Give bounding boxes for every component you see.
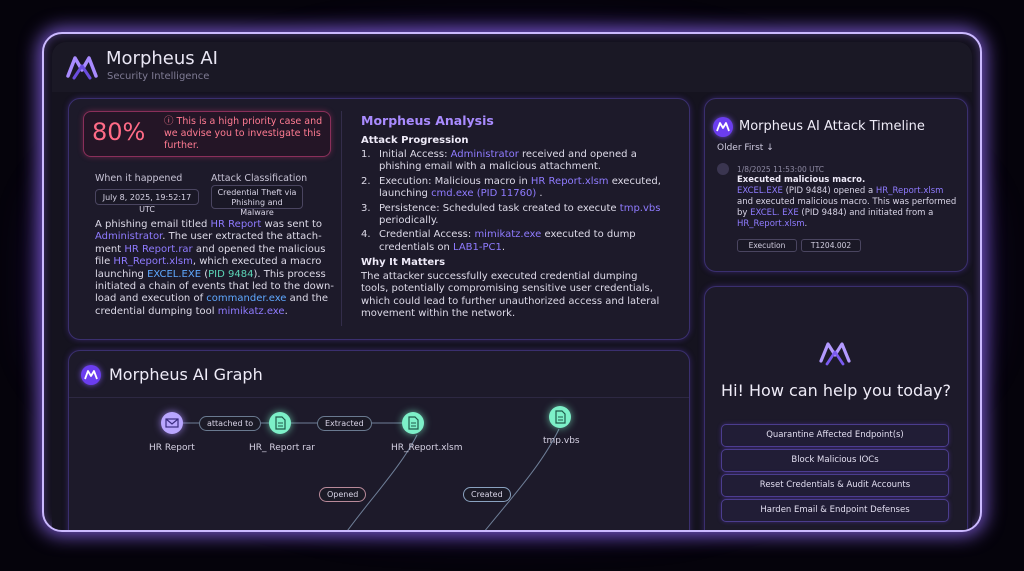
event-date: 1/8/2025 11:53:00 UTC xyxy=(737,165,825,174)
brand-name: Morpheus AI xyxy=(106,48,218,69)
timeline-title: Morpheus AI Attack Timeline xyxy=(739,119,925,134)
brand-tagline: Security Intelligence xyxy=(107,71,210,82)
assistant-greeting: Hi! How can help you today? xyxy=(721,381,951,400)
morpheus-logo-icon xyxy=(66,56,98,80)
attack-step: 2. Execution: Malicious macro in HR Repor… xyxy=(361,176,661,201)
graph-edges xyxy=(183,422,560,530)
step-link[interactable]: HR Report.xlsm xyxy=(531,176,609,187)
event-dot-icon xyxy=(717,163,729,175)
event-link[interactable]: HR_Report.xlsm xyxy=(737,219,805,229)
attack-step: 3. Persistence: Scheduled task created to… xyxy=(361,203,661,228)
node-tmp-vbs[interactable] xyxy=(549,406,571,428)
step-number: 1. xyxy=(361,149,371,160)
hr-report-link[interactable]: HR Report xyxy=(211,219,262,230)
event-text: (PID 9484) opened a xyxy=(782,186,876,196)
step-text: periodically. xyxy=(379,215,439,227)
attack-step: 4. Credential Access: mimikatz.exe execut… xyxy=(361,229,661,254)
event-link[interactable]: EXCEL.EXE xyxy=(737,186,783,196)
node-hr-report-rar[interactable] xyxy=(269,412,291,434)
attack-steps: 1. Initial Access: Administrator received… xyxy=(361,149,661,256)
node-hr-report-xlsm[interactable] xyxy=(402,412,424,434)
graph-card: Morpheus AI Graph HR Report attached to … xyxy=(68,350,690,530)
tactic-tag: Execution xyxy=(737,239,797,252)
node-label: HR Report xyxy=(149,443,195,453)
classification-value: Credential Theft via Phishing and Malwar… xyxy=(211,185,303,217)
narrative-text: was sent to xyxy=(261,219,323,230)
excel-process-link[interactable]: EXCEL.EXE xyxy=(147,269,201,280)
quarantine-endpoint-button[interactable]: Quarantine Affected Endpoint(s) xyxy=(721,424,949,447)
sort-toggle[interactable]: Older First ↓ xyxy=(717,143,774,153)
file-icon xyxy=(555,410,566,424)
priority-percentage: 80% xyxy=(92,118,146,146)
priority-banner: 80% ⓘ This is a high priority case and w… xyxy=(83,111,331,157)
case-narrative: A phishing email titled HR Report was se… xyxy=(95,219,335,318)
priority-message: ⓘ This is a high priority case and we ad… xyxy=(164,116,323,151)
morpheus-logo-icon xyxy=(819,342,851,366)
app-body: Morpheus AI Security Intelligence 80% ⓘ … xyxy=(52,42,972,530)
step-text: Credential Access: xyxy=(379,229,475,241)
top-bar: Morpheus AI Security Intelligence xyxy=(52,42,972,92)
step-link[interactable]: Administrator xyxy=(451,149,519,160)
xlsm-file-link[interactable]: HR_Report.xlsm xyxy=(113,256,192,267)
mail-icon xyxy=(165,418,179,428)
step-text: Execution: Malicious macro in xyxy=(379,175,531,187)
narrative-text: A phishing email titled xyxy=(95,219,211,230)
event-text: . xyxy=(804,219,808,229)
technique-tag: T1204.002 xyxy=(801,239,861,252)
step-text: Initial Access: xyxy=(379,149,451,160)
block-iocs-button[interactable]: Block Malicious IOCs xyxy=(721,449,949,472)
node-label: HR_ Report rar xyxy=(249,443,315,453)
node-hr-report[interactable] xyxy=(161,412,183,434)
card-divider xyxy=(341,111,342,326)
event-link[interactable]: HR_Report.xlsm xyxy=(876,186,944,196)
step-link[interactable]: cmd.exe (PID 11760) xyxy=(431,188,536,199)
edge-label: Created xyxy=(463,487,511,502)
classification-label: Attack Classification xyxy=(211,173,308,184)
when-label: When it happened xyxy=(95,173,183,184)
progression-title: Attack Progression xyxy=(361,135,469,146)
event-heading: Executed malicious macro. xyxy=(737,175,866,185)
analysis-title: Morpheus Analysis xyxy=(361,113,494,128)
reset-credentials-button[interactable]: Reset Credentials & Audit Accounts xyxy=(721,474,949,497)
step-link[interactable]: LAB1-PC1 xyxy=(453,242,502,253)
edge-label: Extracted xyxy=(317,416,372,431)
app-window: Morpheus AI Security Intelligence 80% ⓘ … xyxy=(42,32,982,532)
harden-defenses-button[interactable]: Harden Email & Endpoint Defenses xyxy=(721,499,949,522)
node-label: HR_Report.xlsm xyxy=(391,443,463,453)
event-text: (PID 9484) and initiated from a xyxy=(798,208,934,218)
step-number: 3. xyxy=(361,202,371,214)
mimikatz-link[interactable]: mimikatz.exe xyxy=(218,306,285,317)
commander-link[interactable]: commander.exe xyxy=(206,293,286,304)
file-icon xyxy=(275,416,286,430)
node-label: tmp.vbs xyxy=(543,436,580,446)
event-link[interactable]: EXCEL. EXE xyxy=(750,208,799,218)
edge-label: attached to xyxy=(199,416,262,431)
morpheus-badge-icon xyxy=(713,117,733,137)
event-body: Executed malicious macro. EXCEL.EXE (PID… xyxy=(737,175,962,230)
step-link[interactable]: tmp.vbs xyxy=(620,203,661,214)
when-value: July 8, 2025, 19:52:17 UTC xyxy=(95,189,199,214)
file-icon xyxy=(408,416,419,430)
step-text: Persistence: Scheduled task created to e… xyxy=(379,202,620,214)
why-title: Why It Matters xyxy=(361,257,446,268)
step-link[interactable]: mimikatz.exe xyxy=(474,229,541,240)
step-number: 2. xyxy=(361,175,371,187)
timeline-card: Morpheus AI Attack Timeline Older First … xyxy=(704,98,968,272)
why-text: The attacker successfully executed crede… xyxy=(361,271,660,320)
assistant-card: Hi! How can help you today? Quarantine A… xyxy=(704,286,968,530)
rar-file-link[interactable]: HR Report.rar xyxy=(124,244,192,255)
administrator-link[interactable]: Administrator xyxy=(95,231,162,242)
edge-label: Opened xyxy=(319,487,367,502)
pid-link[interactable]: PID 9484 xyxy=(208,269,253,280)
step-text: . xyxy=(501,241,506,253)
step-text: . xyxy=(536,188,543,200)
case-summary-card: 80% ⓘ This is a high priority case and w… xyxy=(68,98,690,340)
step-number: 4. xyxy=(361,229,371,241)
attack-step: 1. Initial Access: Administrator received… xyxy=(361,149,661,174)
narrative-text: . xyxy=(284,305,288,317)
